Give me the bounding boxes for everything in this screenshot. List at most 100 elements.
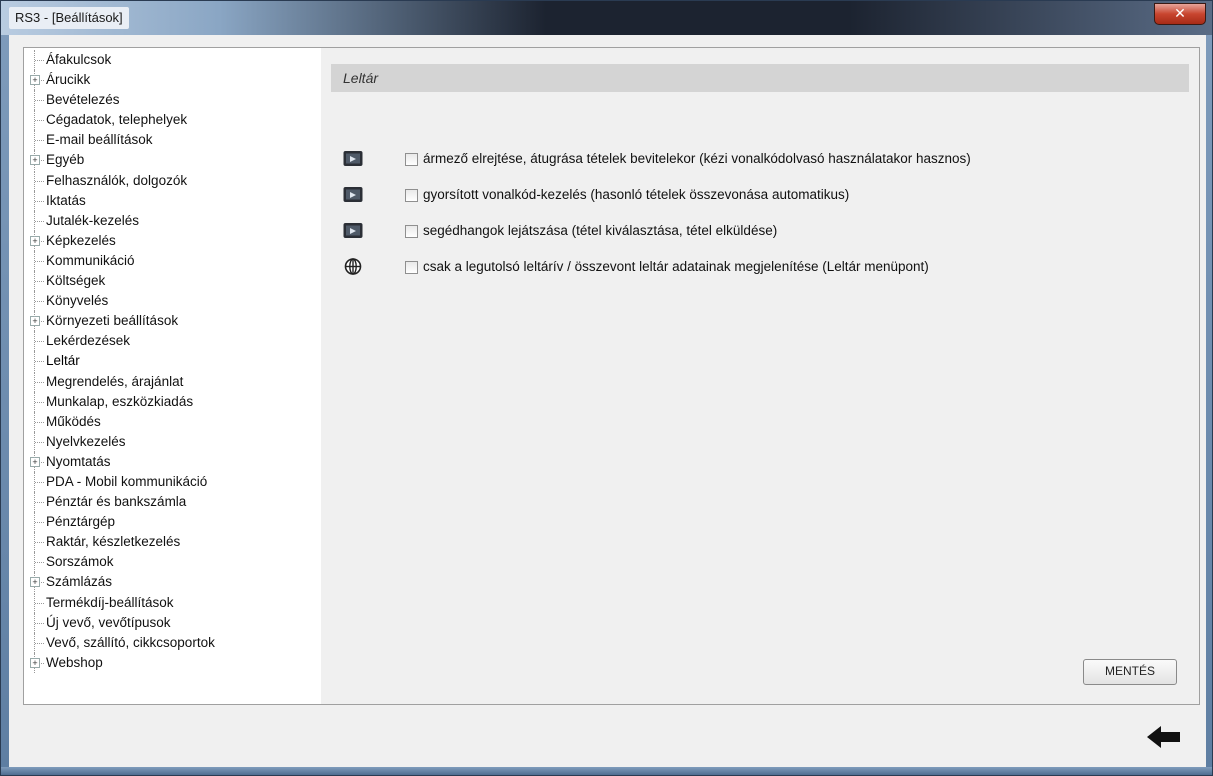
tree-item[interactable]: Jutalék-kezelés [24,210,215,231]
expand-icon[interactable]: + [30,316,40,327]
tree-item-label: Könyvelés [46,293,109,309]
settings-tree-list: Áfakulcsok + Árucikk Bevételezés Cégadatok, … [24,50,215,673]
tree-item[interactable]: Munkalap, eszközkiadás [24,391,215,412]
tree-item[interactable]: Könyvelés [24,291,215,312]
tree-item[interactable]: + Egyéb [24,150,215,171]
tree-item[interactable]: Bevételezés [24,90,215,111]
expand-icon[interactable]: + [30,75,40,86]
settings-window: RS3 - [Beállítások] ✕ Áfakulcsok + Árucikk… [0,0,1213,776]
tree-item-label: Működés [46,413,101,429]
tree-item[interactable]: + Környezeti beállítások [24,311,215,332]
tree-connector-line [35,421,44,423]
monitor-icon [343,223,363,238]
expand-icon[interactable]: + [30,155,40,166]
save-button[interactable]: MENTÉS [1083,659,1177,685]
option-checkbox[interactable] [405,225,418,238]
tree-item-label: Raktár, készletkezelés [46,534,181,550]
tree-item-label: Leltár [46,353,80,369]
option-label[interactable]: segédhangok lejátszása (tétel kiválasztá… [423,219,777,243]
tree-item-label: Pénztár és bankszámla [46,494,187,510]
tree-item-label: Képkezelés [46,232,116,248]
tree-item[interactable]: + Webshop [24,652,215,673]
tree-connector-line [35,401,44,403]
tree-item[interactable]: Vevő, szállító, cikkcsoportok [24,632,215,653]
tree-item[interactable]: + Nyomtatás [24,451,215,472]
tree-item-label: Környezeti beállítások [46,313,179,329]
option-checkbox[interactable] [405,189,418,202]
tree-item[interactable]: PDA - Mobil kommunikáció [24,471,215,492]
tree-item[interactable]: Új vevő, vevőtípusok [24,612,215,633]
tree-item-label: PDA - Mobil kommunikáció [46,473,208,489]
tree-item-label: Számlázás [46,574,113,590]
tree-item[interactable]: Cégadatok, telephelyek [24,110,215,131]
close-button[interactable]: ✕ [1154,3,1206,25]
title-bar: RS3 - [Beállítások] ✕ [1,1,1212,35]
globe-icon [344,258,362,275]
monitor-icon [343,187,363,202]
option-label[interactable]: csak a legutolsó leltárív / összevont le… [423,255,929,279]
section-title: Leltár [331,64,1189,92]
tree-item-label: Sorszámok [46,554,114,570]
tree-item[interactable]: Felhasználók, dolgozók [24,170,215,191]
tree-item-label: E-mail beállítások [46,132,153,148]
tree-connector-line [35,140,44,142]
tree-connector-line [35,220,44,222]
tree-item[interactable]: Iktatás [24,190,215,211]
tree-item[interactable]: + Képkezelés [24,230,215,251]
tree-connector-line [35,361,44,363]
tree-connector-line [35,180,44,182]
tree-connector-line [35,60,44,61]
tree-item[interactable]: Kommunikáció [24,250,215,271]
tree-item-label: Cégadatok, telephelyek [46,112,188,128]
tree-item[interactable]: Működés [24,411,215,432]
tree-connector-line [35,301,44,303]
tree-connector-line [35,481,44,483]
tree-item-label: Lekérdezések [46,333,131,349]
tree-item-label: Termékdíj-beállítások [46,594,174,610]
tree-item-label: Egyéb [46,152,85,168]
tree-item-label: Áfakulcsok [46,52,112,67]
back-arrow-icon[interactable] [1147,725,1181,749]
expand-icon[interactable]: + [30,657,40,668]
tree-item[interactable]: Raktár, készletkezelés [24,532,215,553]
tree-item[interactable]: Lekérdezések [24,331,215,352]
expand-icon[interactable]: + [30,235,40,246]
tree-item-label: Webshop [46,654,103,670]
window-client-area: Áfakulcsok + Árucikk Bevételezés Cégadatok, … [9,35,1206,768]
tree-item[interactable]: + Árucikk [24,70,215,91]
tree-item[interactable]: Termékdíj-beállítások [24,592,215,613]
window-bottom-border [1,767,1212,775]
tree-item[interactable]: Leltár [24,351,215,372]
expand-icon[interactable]: + [30,577,40,588]
tree-connector-line [35,281,44,283]
expand-icon[interactable]: + [30,456,40,467]
tree-connector-line [35,542,44,544]
tree-item[interactable]: Pénztár és bankszámla [24,492,215,513]
tree-connector-line [35,120,44,122]
tree-item[interactable]: E-mail beállítások [24,130,215,151]
tree-connector-line [35,260,44,262]
tree-item-label: Kommunikáció [46,252,135,268]
tree-item-label: Költségek [46,273,106,289]
option-label[interactable]: ármező elrejtése, átugrása tételek bevit… [423,147,971,171]
option-checkbox[interactable] [405,261,418,274]
tree-connector-line [35,562,44,564]
tree-item[interactable]: Megrendelés, árajánlat [24,371,215,392]
option-checkbox[interactable] [405,153,418,166]
tree-connector-line [35,341,44,343]
tree-item[interactable]: Pénztárgép [24,512,215,533]
tree-item[interactable]: + Számlázás [24,572,215,593]
option-label[interactable]: gyorsított vonalkód-kezelés (hasonló tét… [423,183,849,207]
tree-connector-line [35,602,44,604]
tree-item[interactable]: Sorszámok [24,552,215,573]
monitor-icon [343,151,363,166]
tree-item-label: Nyomtatás [46,453,111,469]
tree-item-label: Pénztárgép [46,514,116,530]
tree-item[interactable]: Áfakulcsok [24,50,215,70]
tree-connector-line [35,381,44,383]
tree-connector-line [35,200,44,202]
tree-item-label: Iktatás [46,192,86,208]
tree-connector-line [35,502,44,504]
tree-item[interactable]: Költségek [24,271,215,292]
tree-item[interactable]: Nyelvkezelés [24,431,215,452]
